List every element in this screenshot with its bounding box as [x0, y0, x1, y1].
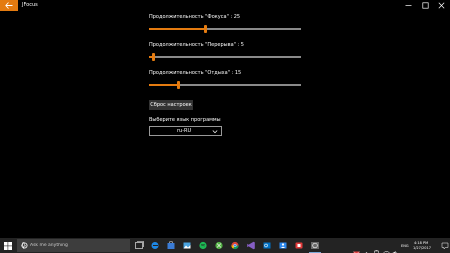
slider-fill — [149, 84, 177, 86]
language-label: Выберите язык программы — [149, 117, 221, 123]
search-input[interactable] — [30, 241, 110, 250]
reset-settings-button[interactable]: Сброс настроек — [149, 100, 193, 110]
notification-icon — [441, 242, 449, 250]
slider-thumb[interactable] — [177, 81, 180, 89]
taskbar: ENG 4:18 PM 1/27/2017 — [0, 238, 450, 253]
chevron-down-icon — [212, 130, 218, 134]
clock-date[interactable]: 1/27/2017 — [413, 246, 431, 250]
windows-logo-icon — [4, 242, 12, 250]
title-bar: JFocus — [0, 0, 450, 11]
network-button[interactable] — [383, 242, 390, 253]
focus-duration-slider[interactable] — [149, 25, 301, 33]
rest-duration-setting: Продолжительность "Отдыха" : 15 — [149, 70, 301, 89]
jfocus-icon — [311, 242, 319, 249]
store-icon — [167, 241, 175, 249]
slider-fill — [149, 28, 204, 30]
spotify-icon — [199, 241, 207, 250]
edge-icon — [151, 242, 159, 249]
clock-time[interactable]: 4:18 PM — [414, 241, 428, 245]
minimize-button[interactable] — [401, 0, 417, 11]
outlook-button[interactable] — [261, 240, 273, 251]
maximize-icon — [422, 2, 429, 9]
break-duration-slider[interactable] — [149, 53, 301, 61]
people-icon — [279, 242, 287, 249]
slider-thumb[interactable] — [204, 25, 207, 33]
rest-duration-label: Продолжительность "Отдыха" : 15 — [149, 70, 242, 76]
chrome-icon — [231, 241, 239, 250]
close-icon — [438, 2, 445, 9]
visual-studio-button[interactable] — [245, 240, 257, 251]
xbox-button[interactable] — [213, 240, 225, 251]
microphone-icon[interactable] — [21, 242, 26, 249]
battery-button[interactable] — [373, 242, 380, 253]
break-duration-setting: Продолжительность "Перерыва" : 5 — [149, 42, 301, 61]
photos-button[interactable] — [181, 240, 193, 251]
close-button[interactable] — [434, 0, 450, 11]
focus-duration-label: Продолжительность "Фокуса" : 25 — [149, 14, 241, 20]
volume-button[interactable] — [392, 242, 399, 253]
rest-duration-slider[interactable] — [149, 81, 301, 89]
task-view-icon — [135, 241, 144, 249]
red-app-icon — [295, 242, 303, 249]
slider-thumb[interactable] — [152, 53, 155, 61]
back-arrow-icon — [5, 2, 13, 9]
break-duration-label: Продолжительность "Перерыва" : 5 — [149, 42, 244, 48]
spotify-button[interactable] — [197, 240, 209, 251]
language-selected-value: ru-RU — [177, 128, 192, 134]
store-button[interactable] — [165, 240, 177, 251]
action-center-button[interactable] — [440, 238, 450, 253]
input-language-indicator[interactable]: ENG — [401, 244, 409, 248]
photos-icon — [183, 242, 191, 249]
people-button[interactable] — [277, 240, 289, 251]
xbox-icon — [215, 241, 223, 250]
focus-duration-setting: Продолжительность "Фокуса" : 25 — [149, 14, 301, 33]
red-app-button[interactable] — [293, 240, 305, 251]
slider-track — [149, 56, 301, 58]
task-view-button[interactable] — [133, 240, 145, 251]
back-button[interactable] — [0, 0, 18, 11]
outlook-icon — [263, 242, 271, 249]
chrome-button[interactable] — [229, 240, 241, 251]
visual-studio-icon — [247, 241, 255, 250]
tray-app-button[interactable] — [353, 242, 360, 253]
cortana-search-box[interactable] — [17, 239, 130, 252]
app-title: JFocus — [22, 2, 38, 8]
minimize-icon — [405, 5, 412, 6]
language-select[interactable]: ru-RU — [149, 126, 222, 136]
maximize-button[interactable] — [418, 0, 434, 11]
edge-button[interactable] — [149, 240, 161, 251]
start-button[interactable] — [0, 238, 16, 253]
show-hidden-icons-button[interactable] — [363, 242, 370, 253]
jfocus-taskbar-button[interactable] — [309, 240, 321, 253]
